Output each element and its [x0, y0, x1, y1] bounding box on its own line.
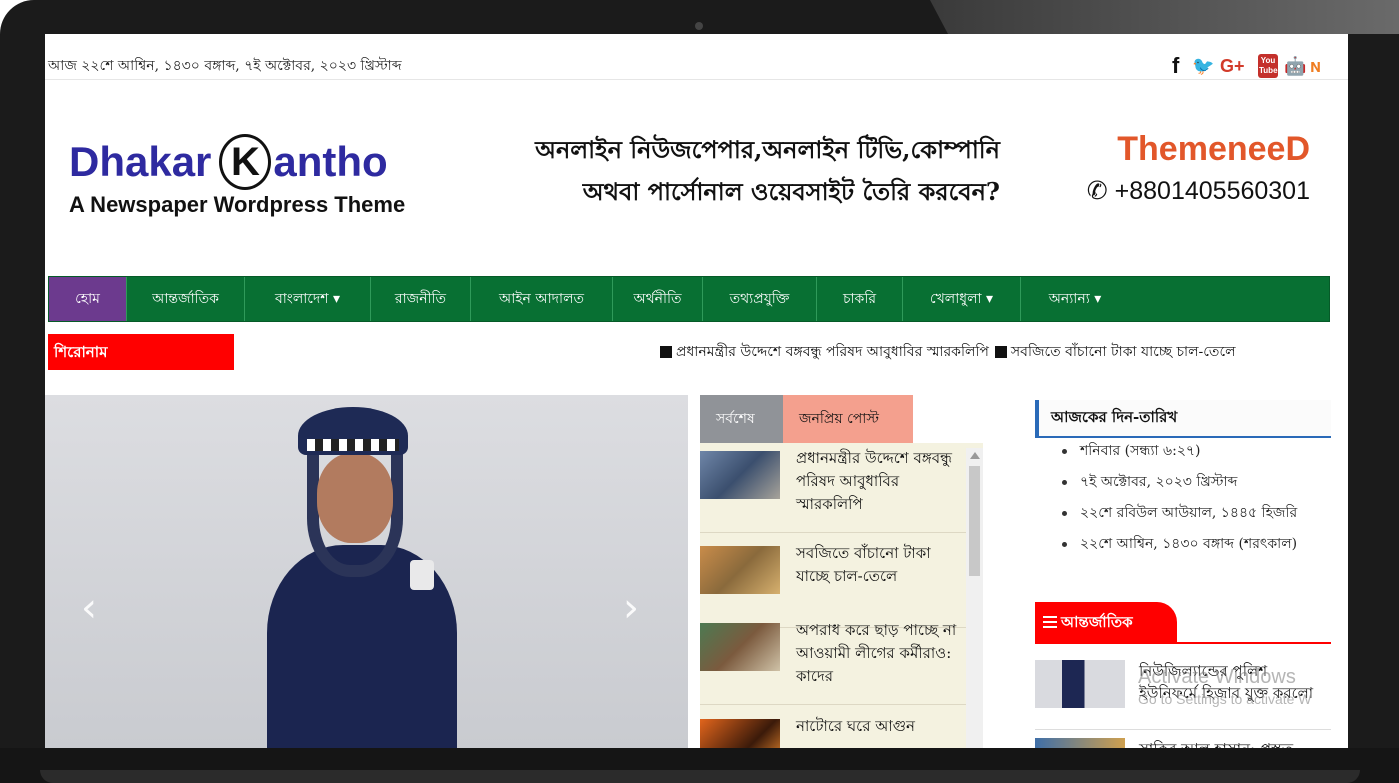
- webcam-icon: [695, 22, 703, 30]
- list-item[interactable]: প্রধানমন্ত্রীর উদ্দেশে বঙ্গবন্ধু পরিষদ আ…: [700, 443, 966, 533]
- ticker-item[interactable]: প্রধানমন্ত্রীর উদ্দেশে বঙ্গবন্ধু পরিষদ আ…: [660, 340, 989, 364]
- google-plus-icon[interactable]: G+: [1220, 54, 1252, 78]
- laptop-bottom-edge: [40, 770, 1360, 783]
- slide-photo-face: [317, 453, 393, 543]
- nav-item-others[interactable]: অন্যান্য ▾: [1021, 277, 1129, 321]
- phone-icon: ✆: [1086, 177, 1115, 205]
- post-title: প্রধানমন্ত্রীর উদ্দেশে বঙ্গবন্ধু পরিষদ আ…: [796, 449, 952, 513]
- laptop-frame: আজ ২২শে আশ্বিন, ১৪৩০ বঙ্গাব্দ, ৭ই অক্টোব…: [0, 0, 1399, 783]
- slider-next-arrow-icon[interactable]: ›: [623, 585, 639, 631]
- post-thumbnail: [700, 451, 780, 499]
- logo-k-circle: K: [219, 134, 272, 190]
- ticker-item[interactable]: সবজিতে বাঁচানো টাকা যাচ্ছে চাল-তেলে: [994, 340, 1236, 364]
- list-item[interactable]: সাকিব আল হাসান: প্রস্তুত: [1035, 738, 1331, 748]
- ad-line-1: অনলাইন নিউজপেপার,অনলাইন টিভি,কোম্পানি: [535, 135, 1000, 164]
- windows-activation-watermark: Activate Windows Go to Settings to activ…: [1138, 666, 1312, 707]
- top-bar: আজ ২২শে আশ্বিন, ১৪৩০ বঙ্গাব্দ, ৭ই অক্টোব…: [45, 34, 1348, 80]
- date-item-gregorian: ৭ই অক্টোবর, ২০২৩ খ্রিস্টাব্দ: [1060, 471, 1340, 494]
- slider-prev-arrow-icon[interactable]: ‹: [81, 585, 97, 631]
- tab-latest[interactable]: সর্বশেষ: [700, 395, 783, 443]
- square-bullet-icon: [994, 346, 1007, 358]
- date-item-hijri: ২২শে রবিউল আউয়াল, ১৪৪৫ হিজরি: [1060, 502, 1340, 525]
- headline-ticker: প্রধানমন্ত্রীর উদ্দেশে বঙ্গবন্ধু পরিষদ আ…: [660, 340, 1236, 364]
- post-thumbnail: [700, 719, 780, 748]
- ad-phone-number: +8801405560301: [1114, 177, 1310, 205]
- youtube-icon[interactable]: You Tube: [1258, 54, 1278, 78]
- list-item[interactable]: নাটোরে ঘরে আগুন: [700, 711, 966, 748]
- date-item-bangla: ২২শে আশ্বিন, ১৪৩০ বঙ্গাব্দ (শরৎকাল): [1060, 533, 1340, 556]
- latest-post-list: প্রধানমন্ত্রীর উদ্দেশে বঙ্গবন্ধু পরিষদ আ…: [700, 443, 983, 748]
- ticker-item-text: সবজিতে বাঁচানো টাকা যাচ্ছে চাল-তেলে: [1010, 344, 1236, 360]
- news-title: সাকিব আল হাসান: প্রস্তুত: [1139, 738, 1329, 748]
- logo-word-dhakar: Dhakar: [69, 138, 212, 185]
- logo-tagline: A Newspaper Wordpress Theme: [69, 192, 406, 217]
- ticker-item-text: প্রধানমন্ত্রীর উদ্দেশে বঙ্গবন্ধু পরিষদ আ…: [676, 344, 989, 360]
- logo-word-antho: antho: [273, 138, 388, 185]
- social-links: f 🐦 G+ You Tube 🤖 ɴ: [1172, 54, 1330, 78]
- site-logo[interactable]: Dhakar K antho A Newspaper Wordpress The…: [69, 134, 405, 218]
- nav-item-economy[interactable]: অর্থনীতি: [613, 277, 703, 321]
- slide-photo-badge: [410, 560, 434, 590]
- post-tabs: সর্বশেষ জনপ্রিয় পোস্ট: [700, 395, 913, 443]
- international-section-header: আন্তর্জাতিক: [1035, 600, 1331, 644]
- today-date-widget-title: আজকের দিন-তারিখ: [1035, 400, 1331, 438]
- nav-item-politics[interactable]: রাজনীতি: [371, 277, 471, 321]
- android-icon[interactable]: 🤖: [1284, 54, 1306, 78]
- list-item[interactable]: অপরাধ করে ছাড় পাচ্ছে না আওয়ামী লীগের ক…: [700, 615, 966, 705]
- news-thumbnail: [1035, 660, 1125, 708]
- nav-item-sports[interactable]: খেলাধুলা ▾: [903, 277, 1021, 321]
- today-date-list: শনিবার (সন্ধ্যা ৬:২৭) ৭ই অক্টোবর, ২০২৩ খ…: [1060, 440, 1340, 564]
- featured-slider[interactable]: ‹ ›: [45, 395, 688, 748]
- nav-item-bangladesh[interactable]: বাংলাদেশ ▾: [245, 277, 371, 321]
- tab-popular[interactable]: জনপ্রিয় পোস্ট: [783, 395, 913, 443]
- logo-wordmark: Dhakar K antho: [69, 134, 405, 190]
- nav-item-technology[interactable]: তথ্যপ্রযুক্তি: [703, 277, 817, 321]
- international-section-title: আন্তর্জাতিক: [1061, 613, 1133, 631]
- headline-label: শিরোনাম: [48, 334, 234, 370]
- rss-icon[interactable]: ɴ: [1310, 54, 1330, 78]
- post-list-scrollbar[interactable]: [966, 448, 983, 748]
- slide-photo-cap-band: [307, 439, 399, 451]
- square-bullet-icon: [660, 346, 672, 358]
- ad-brand-logo: ThemeneeD: [1117, 130, 1310, 168]
- header-ad-banner[interactable]: অনলাইন নিউজপেপার,অনলাইন টিভি,কোম্পানি অথ…: [500, 130, 1310, 220]
- nav-item-jobs[interactable]: চাকরি: [817, 277, 903, 321]
- post-title: সবজিতে বাঁচানো টাকা যাচ্ছে চাল-তেলে: [796, 544, 931, 585]
- bezel-shine: [930, 0, 1399, 34]
- nav-item-law-court[interactable]: আইন আদালত: [471, 277, 613, 321]
- facebook-icon[interactable]: f: [1172, 54, 1186, 78]
- news-thumbnail: [1035, 738, 1125, 748]
- browser-screen: আজ ২২শে আশ্বিন, ১৪৩০ বঙ্গাব্দ, ৭ই অক্টোব…: [45, 34, 1348, 748]
- nav-item-international[interactable]: আন্তর্জাতিক: [127, 277, 245, 321]
- scroll-up-arrow-icon[interactable]: [970, 452, 980, 459]
- watermark-line-2: Go to Settings to activate W: [1138, 691, 1312, 707]
- post-title: অপরাধ করে ছাড় পাচ্ছে না আওয়ামী লীগের ক…: [796, 621, 957, 685]
- main-nav: হোম আন্তর্জাতিক বাংলাদেশ ▾ রাজনীতি আইন আ…: [48, 276, 1330, 322]
- watermark-line-1: Activate Windows: [1138, 666, 1296, 688]
- international-section-label[interactable]: আন্তর্জাতিক: [1035, 602, 1177, 642]
- nav-item-home[interactable]: হোম: [49, 277, 127, 321]
- ad-phone: ✆ +8801405560301: [1087, 176, 1310, 206]
- post-title: নাটোরে ঘরে আগুন: [796, 717, 915, 735]
- twitter-icon[interactable]: 🐦: [1192, 54, 1214, 78]
- date-item-weekday: শনিবার (সন্ধ্যা ৬:২৭): [1060, 440, 1340, 463]
- ad-line-2: অথবা পার্সোনাল ওয়েবসাইট তৈরি করবেন?: [582, 177, 1000, 206]
- list-icon: [1043, 616, 1057, 628]
- post-thumbnail: [700, 623, 780, 671]
- post-thumbnail: [700, 546, 780, 594]
- scrollbar-thumb[interactable]: [969, 466, 980, 576]
- today-date: আজ ২২শে আশ্বিন, ১৪৩০ বঙ্গাব্দ, ৭ই অক্টোব…: [48, 58, 402, 74]
